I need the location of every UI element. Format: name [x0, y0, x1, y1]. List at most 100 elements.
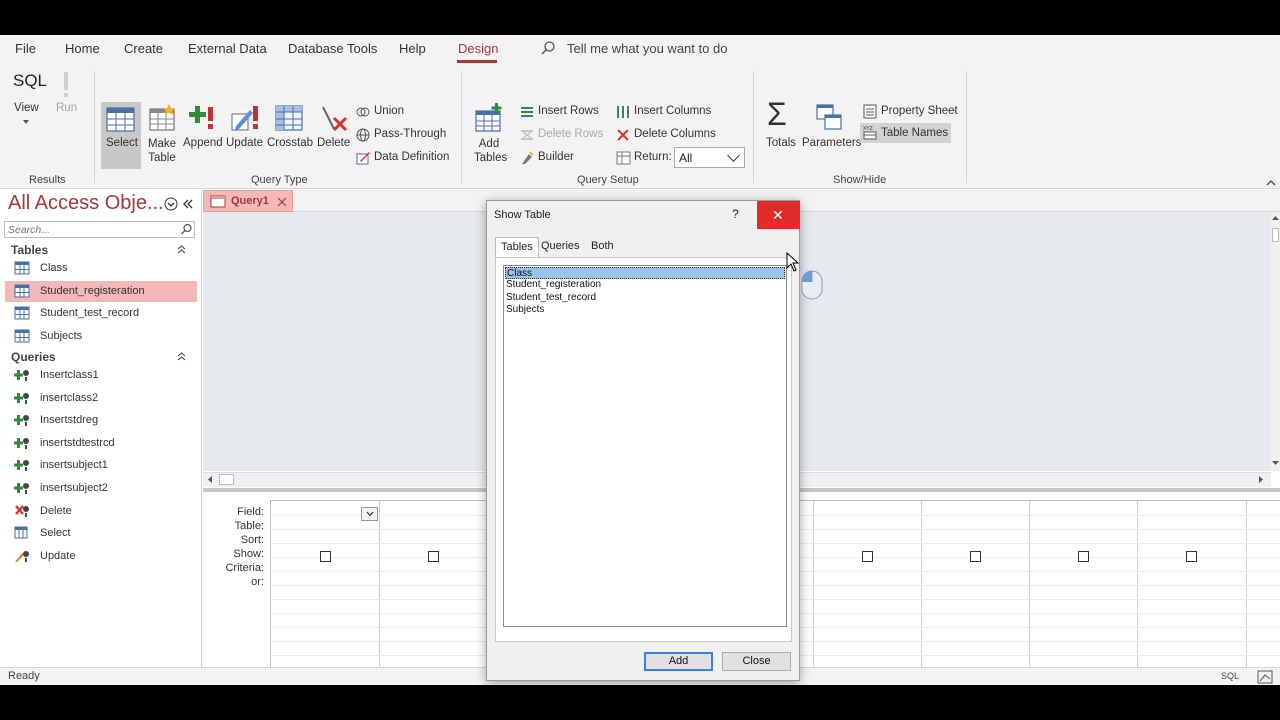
nav-query-item[interactable]: insertsubject1 — [5, 455, 197, 476]
collapse-pane-icon[interactable] — [182, 198, 194, 210]
menu-database-tools[interactable]: Database Tools — [288, 41, 377, 56]
table-list-item[interactable]: Student_test_record — [505, 292, 785, 304]
close-button[interactable]: Close — [722, 652, 791, 671]
grid-column-divider — [1029, 501, 1031, 676]
show-table-dialog: Show Table ? ✕ Tables Queries Both Class… — [486, 200, 800, 681]
nav-query-item[interactable]: Delete — [5, 501, 197, 522]
builder-icon — [522, 151, 534, 164]
grid-row-label: Show: — [233, 548, 264, 560]
collapse-ribbon-icon[interactable] — [1266, 178, 1276, 188]
menu-home[interactable]: Home — [65, 41, 100, 56]
nav-query-label: insertsubject1 — [40, 459, 108, 472]
menu-external-data[interactable]: External Data — [188, 41, 267, 56]
sql-view-button[interactable]: SQL — [1221, 671, 1239, 681]
make-table-label: Make Table — [147, 138, 177, 164]
menu-file[interactable]: File — [15, 41, 36, 56]
nav-table-item[interactable]: Class — [5, 258, 197, 279]
queries-section-header[interactable]: Queries — [11, 350, 56, 364]
query-type-group-label: Query Type — [251, 174, 308, 186]
design-view-icon[interactable] — [1257, 670, 1273, 684]
builder-label: Builder — [538, 151, 574, 163]
table-list-item[interactable]: Subjects — [505, 304, 785, 316]
show-checkbox[interactable] — [320, 551, 331, 562]
dialog-close-button[interactable]: ✕ — [757, 201, 800, 229]
nav-table-item[interactable]: Subjects — [5, 326, 197, 347]
show-checkbox[interactable] — [969, 551, 981, 562]
svg-text:XYZ: XYZ — [863, 126, 873, 132]
parameters-icon — [816, 104, 842, 130]
help-button[interactable]: ? — [732, 207, 739, 221]
run-label: Run — [56, 102, 78, 114]
scroll-thumb[interactable] — [219, 474, 234, 485]
menu-help[interactable]: Help — [399, 41, 426, 56]
close-icon — [617, 129, 629, 141]
crosstab-label: Crosstab — [267, 137, 314, 149]
delete-query-icon — [322, 106, 348, 132]
table-area-vertical-scrollbar[interactable] — [1271, 212, 1280, 471]
tab-tables[interactable]: Tables — [495, 237, 539, 257]
scroll-left-icon[interactable] — [207, 476, 213, 483]
show-checkbox[interactable] — [1078, 551, 1090, 562]
ribbon-separator — [461, 71, 462, 183]
scroll-up-icon[interactable] — [1272, 215, 1279, 221]
nav-pane-title[interactable]: All Access Obje... — [8, 192, 164, 215]
table-listbox[interactable]: Class Student_registeration Student_test_r… — [503, 265, 787, 627]
append-query-icon — [14, 392, 29, 404]
update-label: Update — [226, 137, 264, 149]
tables-section-header[interactable]: Tables — [11, 243, 48, 257]
search-icon[interactable] — [180, 223, 193, 236]
nav-query-item[interactable]: Select — [5, 523, 197, 544]
scroll-thumb[interactable] — [1272, 228, 1279, 242]
query-tab-icon — [210, 195, 226, 208]
chevron-up-icon[interactable] — [177, 245, 186, 254]
tab-queries[interactable]: Queries — [536, 237, 585, 257]
nav-query-item[interactable]: insertclass2 — [5, 388, 197, 409]
show-checkbox[interactable] — [861, 551, 873, 562]
show-checkbox[interactable] — [428, 551, 440, 562]
return-icon — [616, 151, 631, 165]
update-icon — [231, 106, 258, 131]
nav-table-item[interactable]: Student_registeration — [5, 280, 197, 302]
table-list-item[interactable]: Class — [505, 267, 785, 279]
add-button[interactable]: Add — [644, 652, 713, 671]
menu-bar: File Home Create External Data Database … — [0, 35, 1280, 63]
nav-query-label: Delete — [40, 504, 72, 517]
pass-through-label: Pass-Through — [374, 128, 447, 140]
table-list-item[interactable]: Student_registeration — [505, 279, 785, 291]
data-definition-icon — [356, 152, 370, 165]
menu-design[interactable]: Design — [458, 41, 498, 56]
scroll-right-icon[interactable] — [1258, 476, 1264, 483]
ribbon-separator — [966, 71, 967, 183]
tab-query1-label: Query1 — [231, 195, 269, 207]
append-query-icon — [14, 483, 29, 494]
nav-table-item[interactable]: Student_test_record — [5, 303, 197, 324]
delete-columns-label: Delete Columns — [634, 128, 716, 140]
nav-query-item[interactable]: insertstdtestrcd — [5, 433, 197, 454]
nav-query-item[interactable]: Insertstdreg — [5, 410, 197, 431]
append-label: Append — [183, 137, 223, 149]
show-checkbox[interactable] — [1186, 551, 1198, 562]
table-icon — [14, 284, 30, 297]
crosstab-icon — [275, 105, 303, 131]
nav-query-item[interactable]: Insertclass1 — [5, 365, 197, 386]
chevron-up-icon[interactable] — [177, 352, 186, 361]
ribbon-separator — [94, 71, 95, 183]
table-icon — [14, 261, 30, 275]
tell-me-box[interactable]: Tell me what you want to do — [567, 41, 727, 56]
close-icon[interactable] — [277, 197, 287, 207]
property-sheet-icon — [863, 104, 877, 119]
nav-menu-dropdown-icon[interactable] — [164, 197, 178, 211]
grid-row-label: Field: — [237, 506, 264, 518]
union-label: Union — [374, 105, 405, 117]
menu-create[interactable]: Create — [124, 41, 163, 56]
nav-query-item[interactable]: insertsubject2 — [5, 478, 197, 499]
scroll-down-icon[interactable] — [1272, 460, 1279, 466]
run-icon — [64, 72, 68, 97]
tab-both[interactable]: Both — [586, 237, 619, 257]
return-combo[interactable]: All — [674, 147, 745, 168]
nav-query-item[interactable]: Update — [5, 546, 197, 567]
field-dropdown[interactable] — [361, 507, 378, 521]
nav-search-input[interactable] — [4, 221, 195, 238]
delete-query-icon — [15, 504, 29, 517]
tab-query1[interactable]: Query1 — [203, 190, 293, 212]
